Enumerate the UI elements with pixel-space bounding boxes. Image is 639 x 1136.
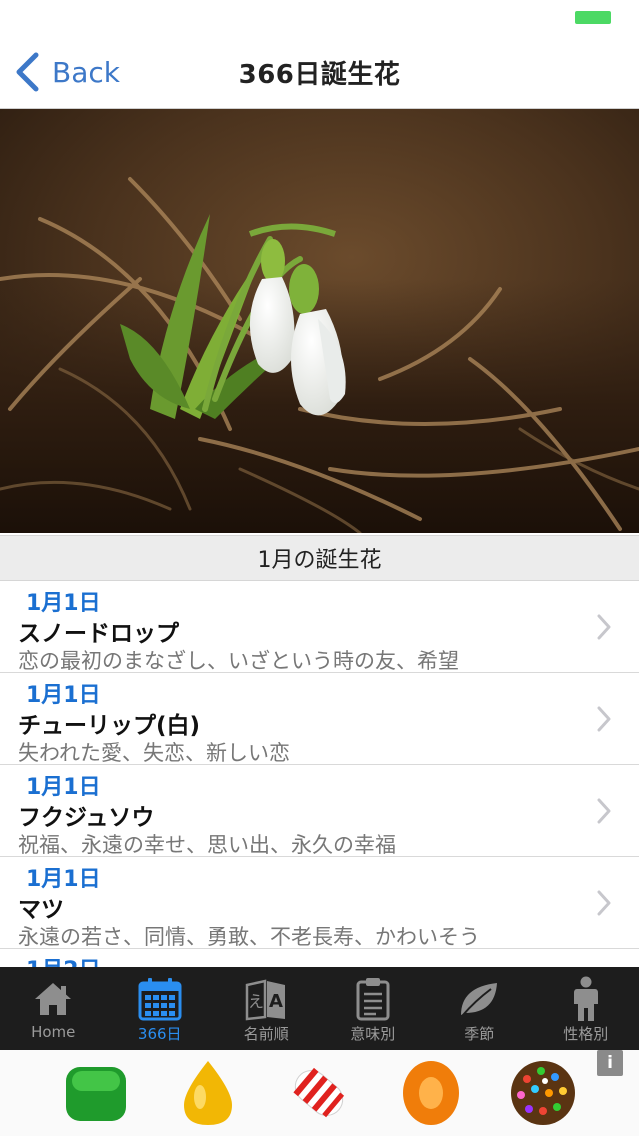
list-item-name: マツ (18, 897, 64, 923)
chevron-right-icon (597, 890, 611, 916)
tab-name-order[interactable]: え A 名前順 (213, 967, 320, 1050)
navigation-bar: Back 366日誕生花 (0, 36, 639, 109)
tab-label: 名前順 (243, 1025, 289, 1043)
chevron-right-icon (597, 706, 611, 732)
list-item[interactable]: 1月1日 スノードロップ 恋の最初のまなざし、いざという時の友、希望 (0, 581, 639, 673)
list-item-meaning: 祝福、永遠の幸せ、思い出、永久の幸福 (18, 833, 396, 857)
ad-banner[interactable]: i (0, 1050, 639, 1136)
leaf-icon (456, 977, 502, 1021)
list-item[interactable]: 1月1日 マツ 永遠の若さ、同情、勇敢、不老長寿、かわいそう (0, 857, 639, 949)
list-item[interactable]: 1月1日 チューリップ(白) 失われた愛、失恋、新しい恋 (0, 673, 639, 765)
list-item-name: チューリップ(白) (18, 713, 201, 739)
chevron-right-icon (597, 614, 611, 640)
list-item-meaning: 失われた愛、失恋、新しい恋 (18, 741, 290, 765)
home-icon (30, 977, 76, 1021)
list-item-date: 1月1日 (26, 775, 101, 800)
tab-366[interactable]: 366日 (107, 967, 214, 1050)
striped-candy-icon (293, 1067, 345, 1118)
green-candy-icon (65, 1067, 126, 1121)
tab-home[interactable]: Home (0, 967, 107, 1050)
calendar-icon (137, 977, 183, 1021)
list-item-name: フクジュソウ (18, 805, 155, 831)
list-item-name: スノードロップ (18, 621, 179, 647)
tab-label: 季節 (464, 1025, 495, 1043)
list-item-date: 1月1日 (26, 867, 101, 892)
tab-personality[interactable]: 性格別 (533, 967, 639, 1050)
dictionary-icon: え A (243, 977, 289, 1021)
list-item-date: 1月1日 (26, 591, 101, 616)
list-item-meaning: 永遠の若さ、同情、勇敢、不老長寿、かわいそう (18, 925, 480, 949)
color-bomb-icon (511, 1061, 576, 1125)
clipboard-icon (350, 977, 396, 1021)
page-title: 366日誕生花 (238, 60, 401, 90)
tab-bar: Home 366日 え A 名前順 意味別 季節 性格別 (0, 967, 639, 1050)
list-item-date: 1月2日 (26, 952, 101, 967)
orange-candy-icon (403, 1061, 460, 1125)
chevron-right-icon (597, 798, 611, 824)
status-bar (0, 0, 639, 36)
person-icon (563, 976, 609, 1021)
tab-label: Home (31, 1023, 76, 1041)
tab-meaning[interactable]: 意味別 (320, 967, 427, 1050)
tab-label: 意味別 (350, 1025, 396, 1043)
list-item-meaning: 恋の最初のまなざし、いざという時の友、希望 (18, 649, 459, 673)
list-item-date: 1月1日 (26, 683, 101, 708)
tab-season[interactable]: 季節 (426, 967, 533, 1050)
ad-info-button[interactable]: i (597, 1050, 623, 1076)
hero-image (0, 109, 639, 533)
tab-label: 366日 (137, 1025, 182, 1043)
svg-text:え: え (248, 992, 264, 1011)
yellow-candy-icon (183, 1061, 232, 1125)
list-item[interactable]: 1月2日 (0, 949, 639, 967)
section-header: 1月の誕生花 (0, 535, 639, 581)
battery-icon (575, 11, 611, 24)
list-item[interactable]: 1月1日 フクジュソウ 祝福、永遠の幸せ、思い出、永久の幸福 (0, 765, 639, 857)
svg-text:A: A (269, 991, 283, 1012)
tab-label: 性格別 (563, 1025, 609, 1043)
flower-list[interactable]: 1月1日 スノードロップ 恋の最初のまなざし、いざという時の友、希望 1月1日 … (0, 581, 639, 967)
